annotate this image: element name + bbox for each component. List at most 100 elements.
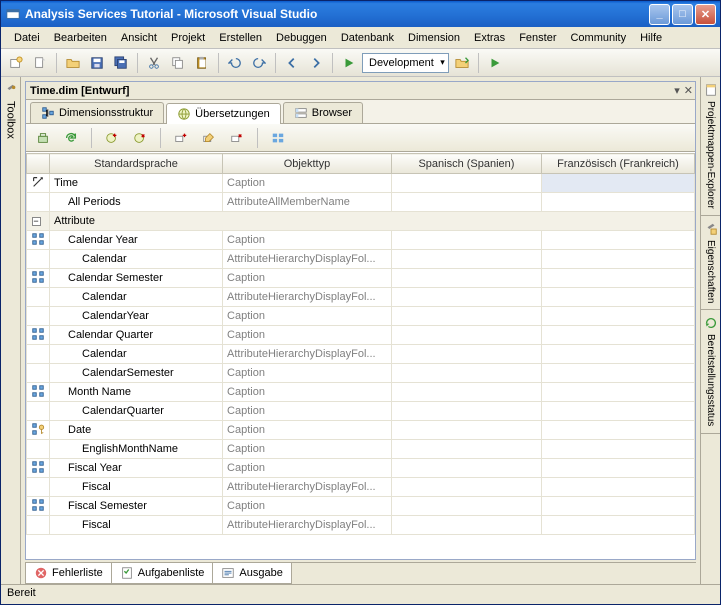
col-objekttyp[interactable]: Objekttyp [223, 154, 392, 174]
cell-name[interactable]: Fiscal Year [50, 459, 223, 478]
cell-french[interactable] [542, 174, 695, 193]
cell-name[interactable]: CalendarQuarter [50, 402, 223, 421]
cell-french[interactable] [542, 478, 695, 497]
nav-forward-button[interactable] [305, 52, 327, 74]
cell-spanish[interactable] [391, 345, 541, 364]
tab-dimensionsstruktur[interactable]: Dimensionsstruktur [30, 102, 164, 123]
tab-ausgabe[interactable]: Ausgabe [212, 563, 291, 584]
table-row[interactable]: FiscalAttributeHierarchyDisplayFol... [27, 516, 695, 535]
table-row[interactable]: Calendar QuarterCaption [27, 326, 695, 345]
cell-name[interactable]: Calendar [50, 250, 223, 269]
toolbox-panel-tab[interactable]: Toolbox [1, 77, 21, 584]
menu-community[interactable]: Community [563, 30, 633, 46]
cell-french[interactable] [542, 421, 695, 440]
panel-projektmappen-explorer[interactable]: Projektmappen-Explorer [701, 77, 720, 216]
cell-name[interactable]: Calendar Year [50, 231, 223, 250]
table-row[interactable]: CalendarAttributeHierarchyDisplayFol... [27, 250, 695, 269]
save-all-button[interactable] [110, 52, 132, 74]
table-row[interactable]: TimeCaption [27, 174, 695, 193]
table-row[interactable]: Fiscal YearCaption [27, 459, 695, 478]
cell-name[interactable]: Time [50, 174, 223, 193]
minimize-button[interactable]: _ [649, 4, 670, 25]
table-row[interactable]: All PeriodsAttributeAllMemberName [27, 193, 695, 212]
col-standardsprache[interactable]: Standardsprache [50, 154, 223, 174]
cell-name[interactable]: Date [50, 421, 223, 440]
cell-spanish[interactable] [391, 383, 541, 402]
menu-ansicht[interactable]: Ansicht [114, 30, 164, 46]
cell-spanish[interactable] [391, 326, 541, 345]
translation-grid[interactable]: Standardsprache Objekttyp Spanisch (Span… [26, 152, 695, 559]
close-button[interactable]: ✕ [695, 4, 716, 25]
table-row[interactable]: CalendarAttributeHierarchyDisplayFol... [27, 288, 695, 307]
cell-french[interactable] [542, 288, 695, 307]
edit-caption-button[interactable] [198, 127, 220, 149]
table-row[interactable]: CalendarSemesterCaption [27, 364, 695, 383]
start-button[interactable] [338, 52, 360, 74]
process-button[interactable] [32, 127, 54, 149]
cell-spanish[interactable] [391, 364, 541, 383]
table-row[interactable]: Calendar SemesterCaption [27, 269, 695, 288]
menu-fenster[interactable]: Fenster [512, 30, 563, 46]
cell-spanish[interactable] [391, 497, 541, 516]
cell-spanish[interactable] [391, 193, 541, 212]
undo-button[interactable] [224, 52, 246, 74]
cell-name[interactable]: Fiscal Semester [50, 497, 223, 516]
cell-french[interactable] [542, 402, 695, 421]
cell-name[interactable]: Month Name [50, 383, 223, 402]
cell-name[interactable]: Calendar [50, 288, 223, 307]
maximize-button[interactable]: □ [672, 4, 693, 25]
cell-french[interactable] [542, 459, 695, 478]
nav-back-button[interactable] [281, 52, 303, 74]
doc-dropdown-button[interactable]: ▾ [674, 84, 680, 97]
menu-datei[interactable]: Datei [7, 30, 47, 46]
delete-translation-button[interactable] [129, 127, 151, 149]
cell-spanish[interactable] [391, 231, 541, 250]
cell-name[interactable]: CalendarYear [50, 307, 223, 326]
table-row[interactable]: −Attribute [27, 212, 695, 231]
paste-button[interactable] [191, 52, 213, 74]
cell-spanish[interactable] [391, 250, 541, 269]
col-spanisch[interactable]: Spanisch (Spanien) [391, 154, 541, 174]
menu-dimension[interactable]: Dimension [401, 30, 467, 46]
doc-close-button[interactable]: ✕ [684, 84, 693, 97]
refresh-button[interactable] [60, 127, 82, 149]
new-project-button[interactable] [5, 52, 27, 74]
deploy-button[interactable] [451, 52, 473, 74]
open-button[interactable] [62, 52, 84, 74]
cell-french[interactable] [542, 497, 695, 516]
tab-browser[interactable]: Browser [283, 102, 363, 123]
table-row[interactable]: Month NameCaption [27, 383, 695, 402]
tab-uebersetzungen[interactable]: Übersetzungen [166, 103, 281, 124]
menu-extras[interactable]: Extras [467, 30, 512, 46]
cell-spanish[interactable] [391, 459, 541, 478]
cell-french[interactable] [542, 193, 695, 212]
table-row[interactable]: Fiscal SemesterCaption [27, 497, 695, 516]
cell-name[interactable]: CalendarSemester [50, 364, 223, 383]
cell-french[interactable] [542, 269, 695, 288]
run-button[interactable] [484, 52, 506, 74]
cell-name[interactable]: Fiscal [50, 478, 223, 497]
cell-french[interactable] [542, 440, 695, 459]
tab-aufgabenliste[interactable]: Aufgabenliste [111, 563, 214, 584]
col-icon[interactable] [27, 154, 50, 174]
menu-bearbeiten[interactable]: Bearbeiten [47, 30, 114, 46]
copy-button[interactable] [167, 52, 189, 74]
new-translation-button[interactable] [101, 127, 123, 149]
cell-french[interactable] [542, 250, 695, 269]
table-row[interactable]: CalendarQuarterCaption [27, 402, 695, 421]
delete-caption-button[interactable] [226, 127, 248, 149]
col-franzoesisch[interactable]: Französisch (Frankreich) [542, 154, 695, 174]
cell-name[interactable]: EnglishMonthName [50, 440, 223, 459]
cell-french[interactable] [542, 345, 695, 364]
panel-bereitstellungsstatus[interactable]: Bereitstellungsstatus [701, 310, 720, 433]
tab-fehlerliste[interactable]: Fehlerliste [25, 563, 112, 584]
cell-name[interactable]: Calendar [50, 345, 223, 364]
table-row[interactable]: FiscalAttributeHierarchyDisplayFol... [27, 478, 695, 497]
cell-spanish[interactable] [391, 440, 541, 459]
redo-button[interactable] [248, 52, 270, 74]
menu-erstellen[interactable]: Erstellen [212, 30, 269, 46]
cell-name[interactable]: Calendar Quarter [50, 326, 223, 345]
cell-french[interactable] [542, 516, 695, 535]
save-button[interactable] [86, 52, 108, 74]
menu-projekt[interactable]: Projekt [164, 30, 212, 46]
